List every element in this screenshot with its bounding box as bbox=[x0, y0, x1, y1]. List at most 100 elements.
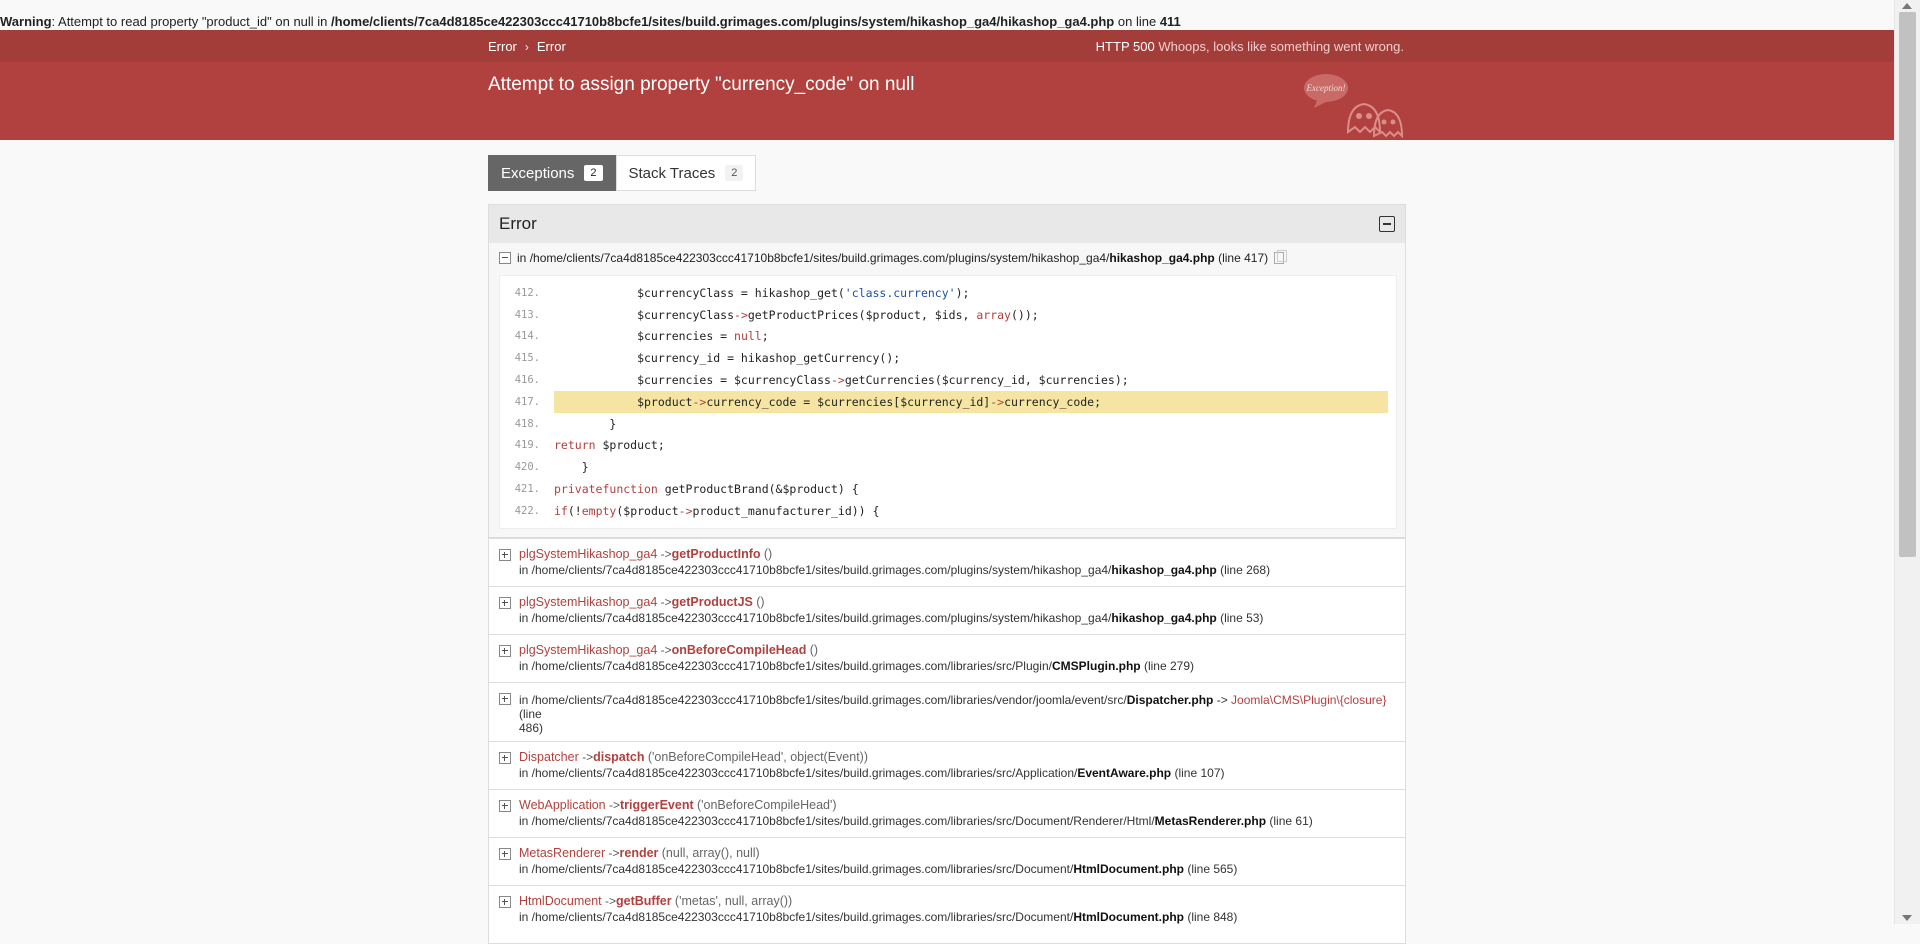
tab-bar: Exceptions 2 Stack Traces 2 bbox=[488, 155, 757, 191]
stack-frame[interactable]: MetasRenderer ->render (null, array(), n… bbox=[489, 836, 1405, 885]
stack-frame[interactable]: plgSystemHikashop_ga4 ->onBeforeCompileH… bbox=[489, 633, 1405, 682]
frame-location: in /home/clients/7ca4d8185ce422303ccc417… bbox=[519, 765, 1225, 780]
tab-exceptions-count: 2 bbox=[584, 165, 603, 181]
code-line-source: if (! empty ($product -> product_manufacturer… bbox=[554, 503, 880, 518]
plus-toggle-icon[interactable] bbox=[499, 799, 511, 812]
frame-call: Dispatcher ->dispatch ('onBeforeCompileH… bbox=[519, 750, 1395, 764]
code-line-number: 414. bbox=[514, 330, 540, 343]
plus-toggle-icon[interactable] bbox=[499, 751, 511, 764]
code-line: 413. $currencyClass -> getProductPrices($p… bbox=[500, 304, 1388, 326]
code-line-number: 412. bbox=[514, 286, 540, 299]
tab-stack-traces-count: 2 bbox=[725, 165, 744, 181]
warning-path: /home/clients/7ca4d8185ce422303ccc41710b… bbox=[331, 14, 1115, 29]
frame-class: Dispatcher bbox=[519, 749, 579, 764]
stack-frame[interactable]: HtmlDocument ->getBuffer ('metas', null,… bbox=[489, 884, 1405, 933]
frame-class: HtmlDocument bbox=[519, 893, 602, 908]
frame-arrow: -> bbox=[601, 893, 617, 908]
minus-toggle-icon[interactable] bbox=[499, 252, 511, 264]
exception-panel: Error in /home/clients/7ca4d8185ce422303… bbox=[488, 204, 1406, 944]
tab-stack-traces[interactable]: Stack Traces 2 bbox=[615, 155, 757, 191]
http-code: HTTP 500 bbox=[1095, 39, 1155, 54]
frame-args: () bbox=[809, 642, 819, 657]
stack-frame[interactable]: in /home/clients/7ca4d8185ce422303ccc417… bbox=[489, 681, 1405, 741]
code-line: 421. private function getProductBrand(&$… bbox=[500, 478, 1388, 500]
code-line: 420. } bbox=[500, 456, 1388, 478]
plus-toggle-icon[interactable] bbox=[499, 847, 511, 860]
code-line-source: $currencyClass = hikashop_get('class.cur… bbox=[554, 285, 970, 300]
code-line-number: 421. bbox=[514, 483, 540, 496]
stack-frame[interactable]: plgSystemHikashop_ga4 ->getProductJS () i… bbox=[489, 585, 1405, 634]
tab-exceptions[interactable]: Exceptions 2 bbox=[488, 155, 616, 191]
frame-method: render bbox=[619, 845, 659, 860]
code-line-number: 422. bbox=[514, 504, 540, 517]
warning-line-number: 411 bbox=[1159, 14, 1181, 29]
code-line-number: 415. bbox=[514, 352, 540, 365]
plus-toggle-icon[interactable] bbox=[499, 644, 511, 657]
plus-toggle-icon[interactable] bbox=[499, 692, 511, 705]
collapse-icon[interactable] bbox=[1379, 216, 1395, 232]
plus-toggle-icon[interactable] bbox=[499, 895, 511, 908]
frame-call: plgSystemHikashop_ga4 ->getProductJS () bbox=[519, 595, 1395, 609]
frame-arrow: -> bbox=[578, 749, 594, 764]
panel-title: Error bbox=[499, 214, 537, 233]
frame-location: in /home/clients/7ca4d8185ce422303ccc417… bbox=[519, 861, 1238, 876]
frame-call: WebApplication ->triggerEvent ('onBefore… bbox=[519, 798, 1395, 812]
frame-method: triggerEvent bbox=[619, 797, 694, 812]
code-line: 418. } bbox=[500, 413, 1388, 435]
frame-class: plgSystemHikashop_ga4 bbox=[519, 546, 658, 561]
main-trace-file: in /home/clients/7ca4d8185ce422303ccc417… bbox=[517, 251, 1269, 265]
frame-arrow: -> bbox=[657, 642, 672, 657]
stack-frame[interactable]: plgSystemHikashop_ga4 ->getProductInfo (… bbox=[489, 537, 1405, 586]
panel-header: Error bbox=[489, 205, 1405, 243]
code-line-source: $currencies = null; bbox=[554, 329, 769, 344]
frame-class: plgSystemHikashop_ga4 bbox=[519, 594, 658, 609]
frame-arrow: -> bbox=[657, 546, 672, 561]
breadcrumb: Error › Error bbox=[488, 39, 566, 54]
frame-location: in /home/clients/7ca4d8185ce422303ccc417… bbox=[519, 692, 1387, 735]
code-line-source: $currencies = $currencyClass -> getCurrenc… bbox=[554, 373, 1129, 388]
frame-args: ('metas', null, array()) bbox=[674, 893, 793, 908]
plus-toggle-icon[interactable] bbox=[499, 596, 511, 609]
scrollbar[interactable] bbox=[1894, 0, 1920, 924]
warning-text-pre: : Attempt to read property "product_id" … bbox=[51, 14, 332, 29]
stack-frames: plgSystemHikashop_ga4 ->getProductInfo (… bbox=[489, 537, 1405, 933]
stack-frame[interactable]: Dispatcher ->dispatch ('onBeforeCompileH… bbox=[489, 740, 1405, 789]
frame-arrow: -> bbox=[657, 594, 672, 609]
code-line-number: 417. bbox=[514, 395, 540, 408]
frame-arrow: -> bbox=[605, 797, 620, 812]
stack-frame[interactable]: WebApplication ->triggerEvent ('onBefore… bbox=[489, 788, 1405, 837]
frame-method: onBeforeCompileHead bbox=[671, 642, 807, 657]
http-status: HTTP 500 Whoops, looks like something we… bbox=[1096, 39, 1404, 54]
code-line: 416. $currencies = $currencyClass -> getCu… bbox=[500, 369, 1388, 391]
scroll-down-icon[interactable] bbox=[1902, 915, 1912, 921]
scrollbar-thumb[interactable] bbox=[1899, 12, 1916, 557]
code-line-source: return $product; bbox=[554, 438, 665, 453]
frame-args: (null, array(), null) bbox=[661, 845, 760, 860]
frame-call: MetasRenderer ->render (null, array(), n… bbox=[519, 846, 1395, 860]
code-line: 422. if (! empty ($product -> product_manufac… bbox=[500, 500, 1388, 522]
code-line-source: private function getProductBrand(&$produ… bbox=[554, 482, 859, 497]
code-line-source: $product -> currency_code = $currencies[$c… bbox=[554, 390, 1388, 413]
frame-location: in /home/clients/7ca4d8185ce422303ccc417… bbox=[519, 658, 1195, 673]
scroll-up-icon[interactable] bbox=[1902, 3, 1912, 9]
frame-location: in /home/clients/7ca4d8185ce422303ccc417… bbox=[519, 562, 1271, 577]
http-message: Whoops, looks like something went wrong. bbox=[1158, 39, 1404, 54]
plus-toggle-icon[interactable] bbox=[499, 548, 511, 561]
code-line: 419. return $product; bbox=[500, 435, 1388, 457]
breadcrumb-item-1: Error bbox=[536, 39, 566, 54]
code-line-number: 413. bbox=[514, 308, 540, 321]
code-line-number: 420. bbox=[514, 461, 540, 474]
ghost-logo-icon: Exception! bbox=[1304, 74, 1404, 139]
copy-icon[interactable] bbox=[1274, 250, 1288, 264]
frame-location: in /home/clients/7ca4d8185ce422303ccc417… bbox=[519, 610, 1264, 625]
warning-text-mid: on line bbox=[1114, 14, 1160, 29]
frame-class: WebApplication bbox=[519, 797, 606, 812]
frame-class: MetasRenderer bbox=[519, 845, 606, 860]
frame-location: in /home/clients/7ca4d8185ce422303ccc417… bbox=[519, 909, 1238, 924]
code-line-source: $currencyClass -> getProductPrices($produc… bbox=[554, 307, 1039, 322]
frame-call: HtmlDocument ->getBuffer ('metas', null,… bbox=[519, 894, 1395, 908]
code-line-number: 416. bbox=[514, 374, 540, 387]
code-line-source: } bbox=[554, 416, 617, 431]
exception-header: Error › Error HTTP 500 Whoops, looks lik… bbox=[0, 30, 1895, 140]
frame-args: () bbox=[756, 594, 765, 609]
